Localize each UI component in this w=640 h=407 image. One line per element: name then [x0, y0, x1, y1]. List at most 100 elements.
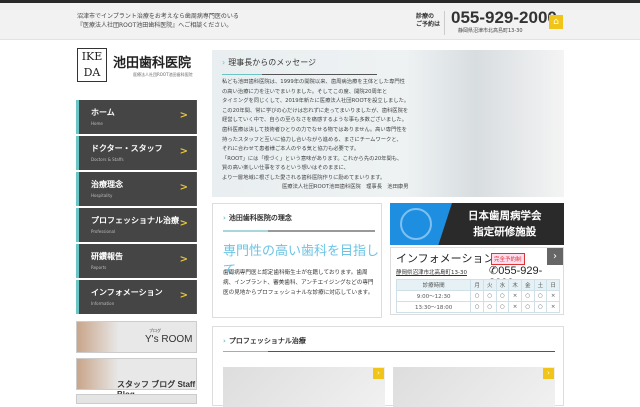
nav-item-home[interactable]: ホーム Home > — [76, 100, 197, 134]
nav-item-professional[interactable]: プロフェッショナル治療 Professional > — [76, 208, 197, 242]
table-header: 木 — [508, 279, 522, 291]
message-line: 持ったスタッフと互いに協力し合いながら進める、まさにチームワークと、 — [222, 136, 402, 143]
table-row: 13:30～18:00 ○ ○ ○ × ○ ○ × — [395, 301, 560, 313]
info-title: インフォメーション — [396, 252, 495, 265]
periodontology-banner[interactable]: 日本歯周病学会 指定研修施設 — [390, 203, 564, 245]
table-cell: ○ — [470, 290, 484, 302]
nav-sublabel: Hospitality — [91, 193, 113, 198]
philosophy-body: 歯周病専門医と認定歯科衛生士が在籍しております。歯周病、インプラント、審美歯科、… — [223, 270, 374, 296]
nav-sublabel: Reports — [91, 265, 107, 270]
chevron-right-icon: > — [179, 290, 188, 301]
banner-text: 日本歯周病学会 指定研修施設 — [468, 208, 542, 240]
header-address: 静岡県沼津市北高島町13-30 — [458, 28, 523, 34]
table-cell: ○ — [482, 290, 497, 302]
table-cell: × — [546, 301, 560, 313]
chevron-right-icon: › — [223, 214, 226, 222]
table-cell: ○ — [520, 290, 535, 302]
table-cell: ○ — [533, 290, 548, 302]
chevron-right-icon: > — [179, 182, 188, 193]
banner-line: 日本歯周病学会 — [468, 210, 542, 222]
reservation-label-line: ご予約は — [416, 21, 441, 28]
director-message: › 理事長からのメッセージ 私ども池田歯科医院は、1999年の開院以来、歯周病治療… — [212, 50, 564, 197]
nav-item-hospitality[interactable]: 治療理念 Hospitality > — [76, 172, 197, 206]
table-header: 土 — [533, 279, 548, 291]
info-address[interactable]: 静岡県沼津市北高島町13-30 — [396, 268, 467, 276]
site-logo[interactable]: IKE DA 池田歯科医院 医療法人社団ROOT池田歯科医院 — [77, 48, 202, 84]
nav-sublabel: Home — [91, 121, 103, 126]
table-header: 金 — [520, 279, 535, 291]
nav-item-doctors-staff[interactable]: ドクター・スタッフ Doctors & Staffs > — [76, 136, 197, 170]
message-line: 「ROOT」には「根づく」という意味があります。これから先の20年間も、 — [222, 155, 403, 162]
arrow-right-icon: › — [373, 368, 384, 379]
message-line: タイミングを同じくして、2019年新たに医療法人社団ROOTを設立しました。 — [222, 98, 410, 105]
blog-banner-extra[interactable] — [76, 394, 197, 404]
info-more-button[interactable]: › — [547, 248, 563, 265]
nav-label: 研鑽報告 — [91, 252, 123, 261]
section-title: › 池田歯科医院の理念 — [223, 213, 292, 223]
message-line: この20年間、常に学びの心だけは忘れずに走ってまいりましたが、歯科医院を — [222, 107, 409, 114]
table-header: 日 — [546, 279, 560, 291]
blog-banner-label: Y's ROOM — [145, 334, 193, 345]
nav-label: ドクター・スタッフ — [91, 144, 163, 153]
table-cell: ○ — [482, 301, 497, 313]
nav-item-reports[interactable]: 研鑽報告 Reports > — [76, 244, 197, 278]
intro-line: 沼津市でインプラント治療をお考えなら歯周病専門医のいる — [77, 13, 239, 20]
message-line: それに合わせて患者様ご本人のやる気と協力も必要です。 — [222, 146, 360, 153]
intro-line: 『医療法人社団ROOT池田歯科医院』へご相談ください。 — [77, 22, 233, 29]
blog-banner-ys-room[interactable]: ブログ Y's ROOM — [76, 321, 197, 353]
logo-name: 池田歯科医院 — [113, 56, 192, 71]
blog-banner-staff[interactable]: スタッフ ブログ Staff Blog — [76, 358, 197, 399]
section-title: › 理事長からのメッセージ — [222, 57, 316, 68]
table-cell: ○ — [495, 290, 510, 302]
message-line: 質の高い楽しい仕事をするという想いはそのままに、 — [222, 165, 349, 172]
chevron-right-icon: > — [179, 110, 188, 121]
header-phone[interactable]: 055-929-2000 — [451, 8, 557, 28]
table-cell: × — [508, 290, 522, 302]
message-signature: 医療法人社団ROOT池田歯科医院 理事長 池田康男 — [282, 184, 409, 190]
professional-card[interactable]: › — [223, 367, 385, 407]
divider — [444, 11, 445, 35]
banner-line: 指定研修施設 — [473, 226, 537, 238]
logo-mark: IKE DA — [77, 48, 107, 82]
nav-label: ホーム — [91, 108, 115, 117]
nav-item-information[interactable]: インフォメーション Information > — [76, 280, 197, 314]
table-cell: ○ — [495, 301, 510, 313]
logo-mark-top: IKE — [81, 50, 103, 63]
chevron-right-icon: > — [179, 218, 188, 229]
philosophy-box: › 池田歯科医院の理念 専門性の高い歯科を目指して 歯周病専門医と認定歯科衛生士が… — [212, 203, 382, 318]
table-header: 火 — [482, 279, 497, 291]
title-underline — [223, 230, 375, 232]
nav-sublabel: Doctors & Staffs — [91, 157, 124, 162]
table-row: 9:00～12:30 ○ ○ ○ × ○ ○ × — [395, 290, 560, 302]
home-icon[interactable]: ⌂ — [549, 15, 563, 29]
message-line: の高い治療に力を注いでまいりました。そしてこの度、開院20周年と — [222, 88, 388, 95]
sidebar-nav: ホーム Home > ドクター・スタッフ Doctors & Staffs > 治療理念… — [76, 100, 197, 316]
nav-sublabel: Information — [91, 301, 115, 306]
section-title-text: 理事長からのメッセージ — [228, 58, 317, 67]
site-header: 沼津市でインプラント治療をお考えなら歯周病専門医のいる 『医療法人社団ROOT池… — [0, 3, 640, 40]
table-cell: ○ — [533, 301, 548, 313]
section-title: › プロフェッショナル治療 — [223, 336, 306, 346]
title-underline — [223, 351, 555, 352]
table-cell: ○ — [470, 301, 484, 313]
message-line: 私ども池田歯科医院は、1999年の開院以来、歯周病治療を主体とした専門性 — [222, 79, 405, 85]
message-body: 私ども池田歯科医院は、1999年の開院以来、歯周病治療を主体とした専門性 の高い… — [222, 78, 462, 184]
professional-card[interactable]: › — [393, 367, 555, 407]
reservation-label-line: 診療の — [416, 13, 435, 20]
nav-label: プロフェッショナル治療 — [91, 216, 179, 225]
section-title-text: プロフェッショナル治療 — [228, 337, 306, 345]
message-line: 経営していく中で、自らの至らなさを痛感するような事も多数ございました。 — [222, 117, 408, 124]
table-cell: × — [546, 290, 560, 302]
reservation-label: 診療の ご予約は — [416, 13, 440, 29]
nav-label: インフォメーション — [91, 288, 163, 297]
chevron-right-icon: > — [179, 146, 188, 157]
table-cell: 9:00～12:30 — [395, 290, 472, 302]
logo-mark-bottom: DA — [83, 66, 101, 79]
header-intro: 沼津市でインプラント治療をお考えなら歯周病専門医のいる 『医療法人社団ROOT池… — [77, 12, 239, 30]
nav-label: 治療理念 — [91, 180, 123, 189]
hours-table: 診療時間月火水木金土日 9:00～12:30 ○ ○ ○ × ○ ○ × 13:30～18:0… — [395, 279, 560, 313]
arrow-right-icon: › — [543, 368, 554, 379]
chevron-right-icon: › — [223, 337, 226, 345]
nav-sublabel: Professional — [91, 229, 116, 234]
information-box: インフォメーション 完全予約制 › 静岡県沼津市北高島町13-30 ✆055-9… — [390, 247, 564, 315]
